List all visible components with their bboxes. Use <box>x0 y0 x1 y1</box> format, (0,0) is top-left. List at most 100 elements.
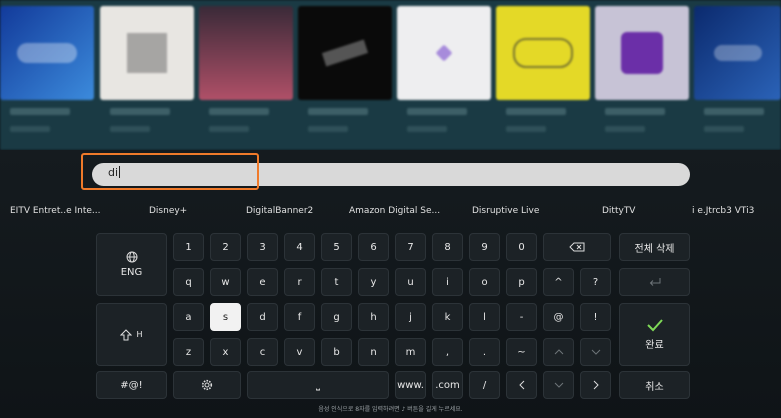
tile-caption <box>308 126 348 132</box>
tile-caption <box>110 126 150 132</box>
cursor-down-key[interactable] <box>580 338 611 366</box>
suggestion-item[interactable]: Disruptive Live <box>472 206 539 216</box>
globe-icon <box>126 251 138 263</box>
shift-label: H <box>136 330 143 339</box>
cursor-down-key-2[interactable] <box>543 371 574 399</box>
key-exclaim[interactable]: ! <box>580 303 611 331</box>
suggestion-item[interactable]: Amazon Digital Se... <box>349 206 440 216</box>
done-label: 완료 <box>645 340 664 351</box>
key-tilde[interactable]: ~ <box>506 338 537 366</box>
key-r[interactable]: r <box>284 268 315 296</box>
key-question[interactable]: ? <box>580 268 611 296</box>
chevron-up-icon <box>554 349 564 355</box>
key-7[interactable]: 7 <box>395 233 426 261</box>
com-key[interactable]: .com <box>432 371 463 399</box>
tile-caption <box>605 108 665 115</box>
key-h[interactable]: h <box>358 303 389 331</box>
tile-caption <box>209 126 249 132</box>
checkmark-icon <box>646 318 664 332</box>
clear-all-button[interactable]: 전체 삭제 <box>619 233 690 261</box>
key-j[interactable]: j <box>395 303 426 331</box>
key-i[interactable]: i <box>432 268 463 296</box>
cursor-left-key[interactable] <box>506 371 537 399</box>
gear-icon <box>201 379 213 391</box>
suggestion-item[interactable]: i e.Jtrcb3 VTi3 <box>692 206 754 216</box>
tile-app-8[interactable] <box>694 6 781 100</box>
enter-icon <box>648 277 662 287</box>
key-6[interactable]: 6 <box>358 233 389 261</box>
suggestion-item[interactable]: DigitalBanner2 <box>246 206 313 216</box>
key-m[interactable]: m <box>395 338 426 366</box>
chevron-down-icon <box>554 382 564 388</box>
tile-caption <box>506 108 566 115</box>
done-button[interactable]: 완료 <box>619 303 690 366</box>
key-e[interactable]: e <box>247 268 278 296</box>
tile-disney[interactable] <box>0 6 94 100</box>
tile-app-5[interactable] <box>397 6 491 100</box>
key-4[interactable]: 4 <box>284 233 315 261</box>
key-o[interactable]: o <box>469 268 500 296</box>
key-u[interactable]: u <box>395 268 426 296</box>
key-comma[interactable]: , <box>432 338 463 366</box>
key-5[interactable]: 5 <box>321 233 352 261</box>
suggestion-item[interactable]: Disney+ <box>149 206 187 216</box>
key-t[interactable]: t <box>321 268 352 296</box>
tile-app-7[interactable] <box>595 6 689 100</box>
key-8[interactable]: 8 <box>432 233 463 261</box>
key-v[interactable]: v <box>284 338 315 366</box>
enter-key[interactable] <box>619 268 690 296</box>
www-key[interactable]: www. <box>395 371 426 399</box>
cursor-up-key[interactable] <box>543 338 574 366</box>
tile-caption <box>407 108 467 115</box>
chevron-down-icon <box>591 349 601 355</box>
key-0[interactable]: 0 <box>506 233 537 261</box>
tile-caption <box>10 126 50 132</box>
tile-caption <box>407 126 447 132</box>
key-9[interactable]: 9 <box>469 233 500 261</box>
space-key[interactable]: ⎵ <box>247 371 389 399</box>
tile-app-3[interactable] <box>199 6 293 100</box>
shift-key[interactable]: H <box>96 303 167 366</box>
key-2[interactable]: 2 <box>210 233 241 261</box>
focus-highlight <box>81 153 259 190</box>
tile-app-6[interactable] <box>496 6 590 100</box>
tile-caption <box>10 108 70 115</box>
voice-input-hint: 음성 인식으로 8자를 입력하려면 ♪ 버튼을 길게 누르세요. <box>318 406 463 413</box>
key-caret[interactable]: ^ <box>543 268 574 296</box>
key-k[interactable]: k <box>432 303 463 331</box>
key-slash[interactable]: / <box>469 371 500 399</box>
tile-app-2[interactable] <box>100 6 194 100</box>
key-1[interactable]: 1 <box>173 233 204 261</box>
settings-key[interactable] <box>173 371 241 399</box>
suggestion-item[interactable]: DittyTV <box>602 206 635 216</box>
key-q[interactable]: q <box>173 268 204 296</box>
key-at[interactable]: @ <box>543 303 574 331</box>
key-s[interactable]: s <box>210 303 241 331</box>
key-dash[interactable]: - <box>506 303 537 331</box>
tile-caption <box>704 126 744 132</box>
key-x[interactable]: x <box>210 338 241 366</box>
language-key[interactable]: ENG <box>96 233 167 296</box>
tile-caption <box>209 108 269 115</box>
symbols-key[interactable]: #@! <box>96 371 167 399</box>
key-b[interactable]: b <box>321 338 352 366</box>
suggestion-item[interactable]: EITV Entret..e Inte... <box>10 206 100 216</box>
key-a[interactable]: a <box>173 303 204 331</box>
key-3[interactable]: 3 <box>247 233 278 261</box>
backspace-key[interactable] <box>543 233 611 261</box>
key-g[interactable]: g <box>321 303 352 331</box>
key-period[interactable]: . <box>469 338 500 366</box>
key-d[interactable]: d <box>247 303 278 331</box>
key-p[interactable]: p <box>506 268 537 296</box>
key-n[interactable]: n <box>358 338 389 366</box>
cursor-right-key[interactable] <box>580 371 611 399</box>
key-f[interactable]: f <box>284 303 315 331</box>
key-w[interactable]: w <box>210 268 241 296</box>
key-y[interactable]: y <box>358 268 389 296</box>
key-c[interactable]: c <box>247 338 278 366</box>
chevron-right-icon <box>593 380 599 390</box>
key-z[interactable]: z <box>173 338 204 366</box>
cancel-button[interactable]: 취소 <box>619 371 690 399</box>
key-l[interactable]: l <box>469 303 500 331</box>
tile-app-4[interactable] <box>298 6 392 100</box>
